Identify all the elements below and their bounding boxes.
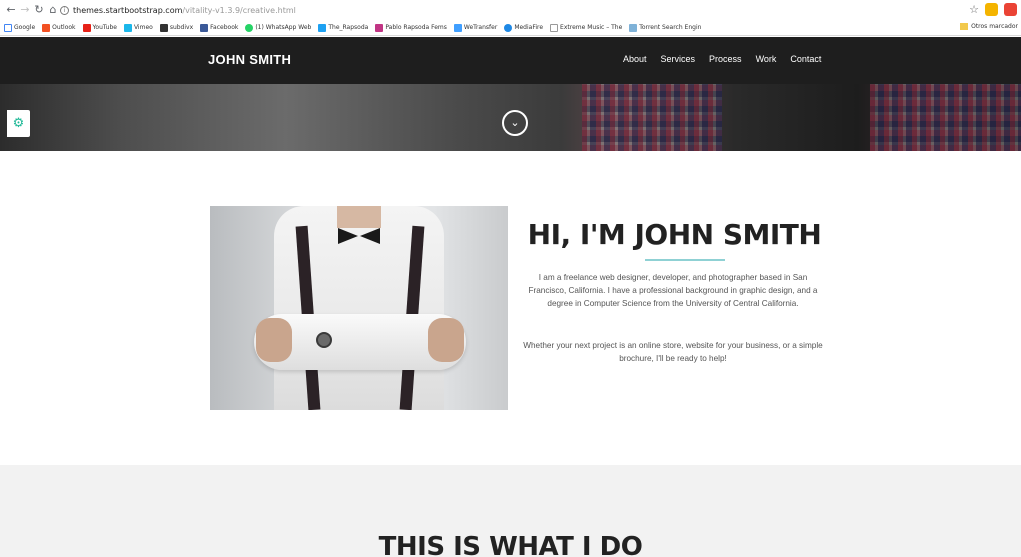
bookmark-google[interactable]: Google — [4, 23, 36, 32]
bookmarks-bar: Google Outlook YouTube Vimeo subdivx Fac… — [0, 20, 1021, 36]
photo-watch — [316, 332, 332, 348]
bookmark-torrent-search[interactable]: Torrent Search Engin — [629, 23, 702, 32]
hero-banner: ⌄ — [0, 84, 1021, 151]
other-bookmarks[interactable]: Otros marcador — [960, 23, 1018, 30]
about-heading: HI, I'M JOHN SMITH — [527, 218, 822, 251]
bookmark-subdivx[interactable]: subdivx — [159, 23, 194, 32]
bookmark-label: The_Rapsoda — [328, 24, 369, 31]
heading-divider — [645, 259, 725, 261]
nav-link-about[interactable]: About — [623, 54, 647, 64]
reload-icon[interactable]: ↻ — [32, 2, 46, 18]
other-bookmarks-label: Otros marcador — [971, 23, 1018, 30]
vimeo-icon — [123, 23, 132, 32]
wetransfer-icon — [453, 23, 462, 32]
back-icon[interactable]: ← — [4, 2, 18, 18]
url-host: themes.startbootstrap.com — [73, 5, 183, 15]
bookmark-label: Google — [14, 24, 36, 31]
nav-link-services[interactable]: Services — [661, 54, 696, 64]
bookmark-label: Outlook — [52, 24, 76, 31]
facebook-icon — [200, 23, 209, 32]
bookmark-label: Extreme Music – The — [560, 24, 623, 31]
photo-hand — [428, 318, 464, 362]
site-navbar: JOHN SMITH About Services Process Work C… — [0, 37, 1021, 84]
hero-shirt-pattern — [582, 84, 722, 151]
youtube-icon — [82, 23, 91, 32]
bookmark-star-icon[interactable]: ☆ — [969, 3, 979, 16]
nav-link-contact[interactable]: Contact — [790, 54, 821, 64]
nav-menu: About Services Process Work Contact — [623, 54, 821, 64]
browser-toolbar: ← → ↻ ⌂ i themes.startbootstrap.com /vit… — [0, 0, 1021, 20]
page-icon — [550, 23, 559, 32]
bookmark-vimeo[interactable]: Vimeo — [123, 23, 153, 32]
services-heading: THIS IS WHAT I DO — [378, 532, 643, 557]
bookmark-label: Vimeo — [133, 24, 153, 31]
bookmark-label: Pablo Rapsoda Fems — [385, 24, 447, 31]
bookmark-label: (1) WhatsApp Web — [255, 24, 312, 31]
bookmark-outlook[interactable]: Outlook — [42, 23, 76, 32]
bookmark-label: YouTube — [92, 24, 117, 31]
extension-icon[interactable] — [1004, 3, 1017, 16]
nav-link-process[interactable]: Process — [709, 54, 742, 64]
bookmark-wetransfer[interactable]: WeTransfer — [453, 23, 498, 32]
bookmark-label: MediaFire — [514, 24, 544, 31]
twitter-icon — [318, 23, 327, 32]
torrent-icon — [629, 23, 638, 32]
photo-hand — [256, 318, 292, 362]
chevron-down-circle-icon[interactable]: ⌄ — [502, 110, 528, 136]
bookmark-whatsapp[interactable]: (1) WhatsApp Web — [245, 23, 312, 32]
photo-neck — [337, 206, 381, 228]
instagram-icon — [375, 23, 384, 32]
bookmark-youtube[interactable]: YouTube — [82, 23, 117, 32]
bookmark-instagram[interactable]: Pablo Rapsoda Fems — [375, 23, 447, 32]
google-icon — [4, 23, 12, 32]
bookmark-label: subdivx — [169, 24, 194, 31]
photo-bowtie — [338, 228, 380, 244]
nav-link-work[interactable]: Work — [756, 54, 777, 64]
url-path: /vitality-v1.3.9/creative.html — [182, 5, 296, 15]
hero-shirt-pattern — [870, 84, 1021, 151]
bookmark-label: Facebook — [210, 24, 239, 31]
toolbar-actions: ☆ — [969, 3, 1017, 16]
bookmark-mediafire[interactable]: MediaFire — [504, 23, 544, 32]
extension-icon[interactable] — [985, 3, 998, 16]
outlook-icon — [42, 23, 51, 32]
whatsapp-icon — [245, 23, 254, 32]
bookmark-extreme-music[interactable]: Extreme Music – The — [550, 23, 623, 32]
bookmark-facebook[interactable]: Facebook — [200, 23, 239, 32]
bookmark-label: WeTransfer — [463, 24, 498, 31]
brand-logo[interactable]: JOHN SMITH — [208, 52, 291, 67]
about-paragraph: Whether your next project is an online s… — [523, 341, 823, 363]
address-bar[interactable]: i themes.startbootstrap.com /vitality-v1… — [60, 3, 296, 17]
subdivx-icon — [159, 23, 168, 32]
forward-icon[interactable]: → — [18, 2, 32, 18]
bookmark-label: Torrent Search Engin — [639, 24, 702, 31]
about-paragraph: I am a freelance web designer, developer… — [528, 273, 818, 308]
bookmark-twitter[interactable]: The_Rapsoda — [318, 23, 369, 32]
info-icon[interactable]: i — [60, 5, 69, 15]
folder-icon — [960, 23, 969, 30]
home-icon[interactable]: ⌂ — [46, 2, 60, 18]
services-section: THIS IS WHAT I DO — [0, 465, 1021, 557]
mediafire-icon — [504, 23, 513, 32]
profile-photo — [210, 206, 508, 410]
gear-icon[interactable]: ⚙ — [7, 110, 30, 137]
